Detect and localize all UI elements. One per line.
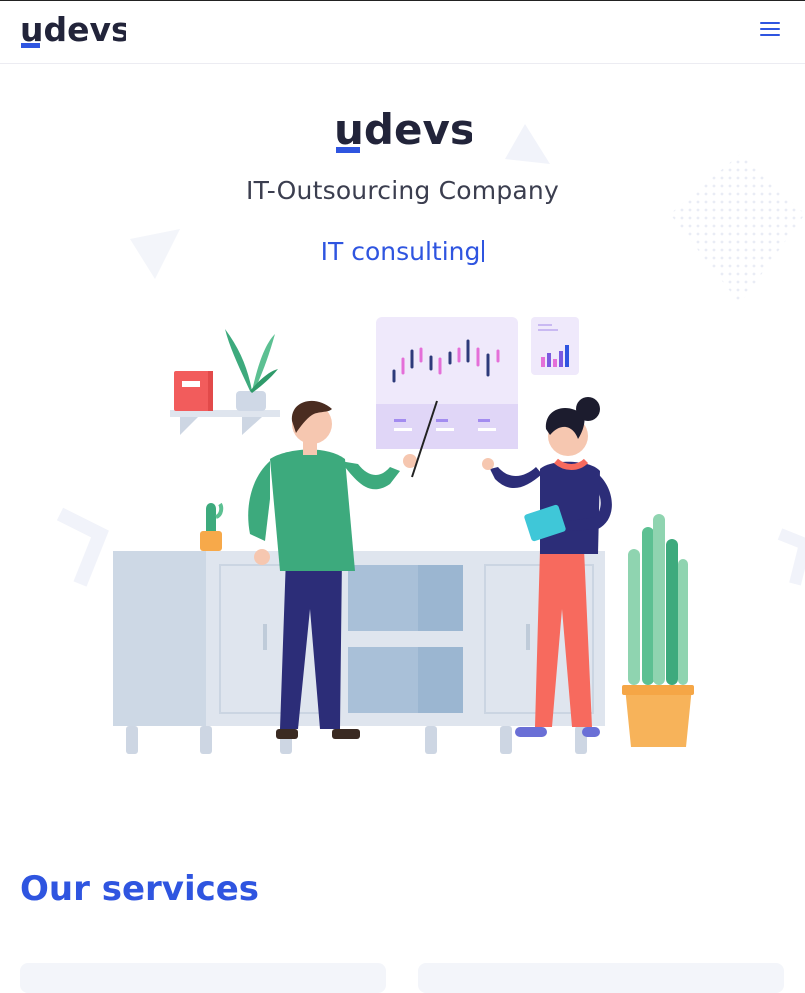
typed-service-text: IT consulting <box>0 237 805 266</box>
udevs-logo[interactable]: udevs <box>20 10 126 50</box>
typing-cursor <box>482 240 485 262</box>
site-header: udevs <box>0 1 805 64</box>
typed-text: IT consulting <box>320 237 481 266</box>
hero-tagline: IT-Outsourcing Company <box>246 176 559 205</box>
service-card[interactable] <box>20 963 386 993</box>
hamburger-menu-icon[interactable] <box>757 18 783 40</box>
udevs-logo-large: udevs <box>334 108 472 154</box>
service-card[interactable] <box>418 963 784 993</box>
team-presenting-chart-illustration <box>113 317 694 754</box>
services-heading: Our services <box>20 869 260 909</box>
hero-section: udevs IT-Outsourcing Company IT consulti… <box>0 64 805 824</box>
